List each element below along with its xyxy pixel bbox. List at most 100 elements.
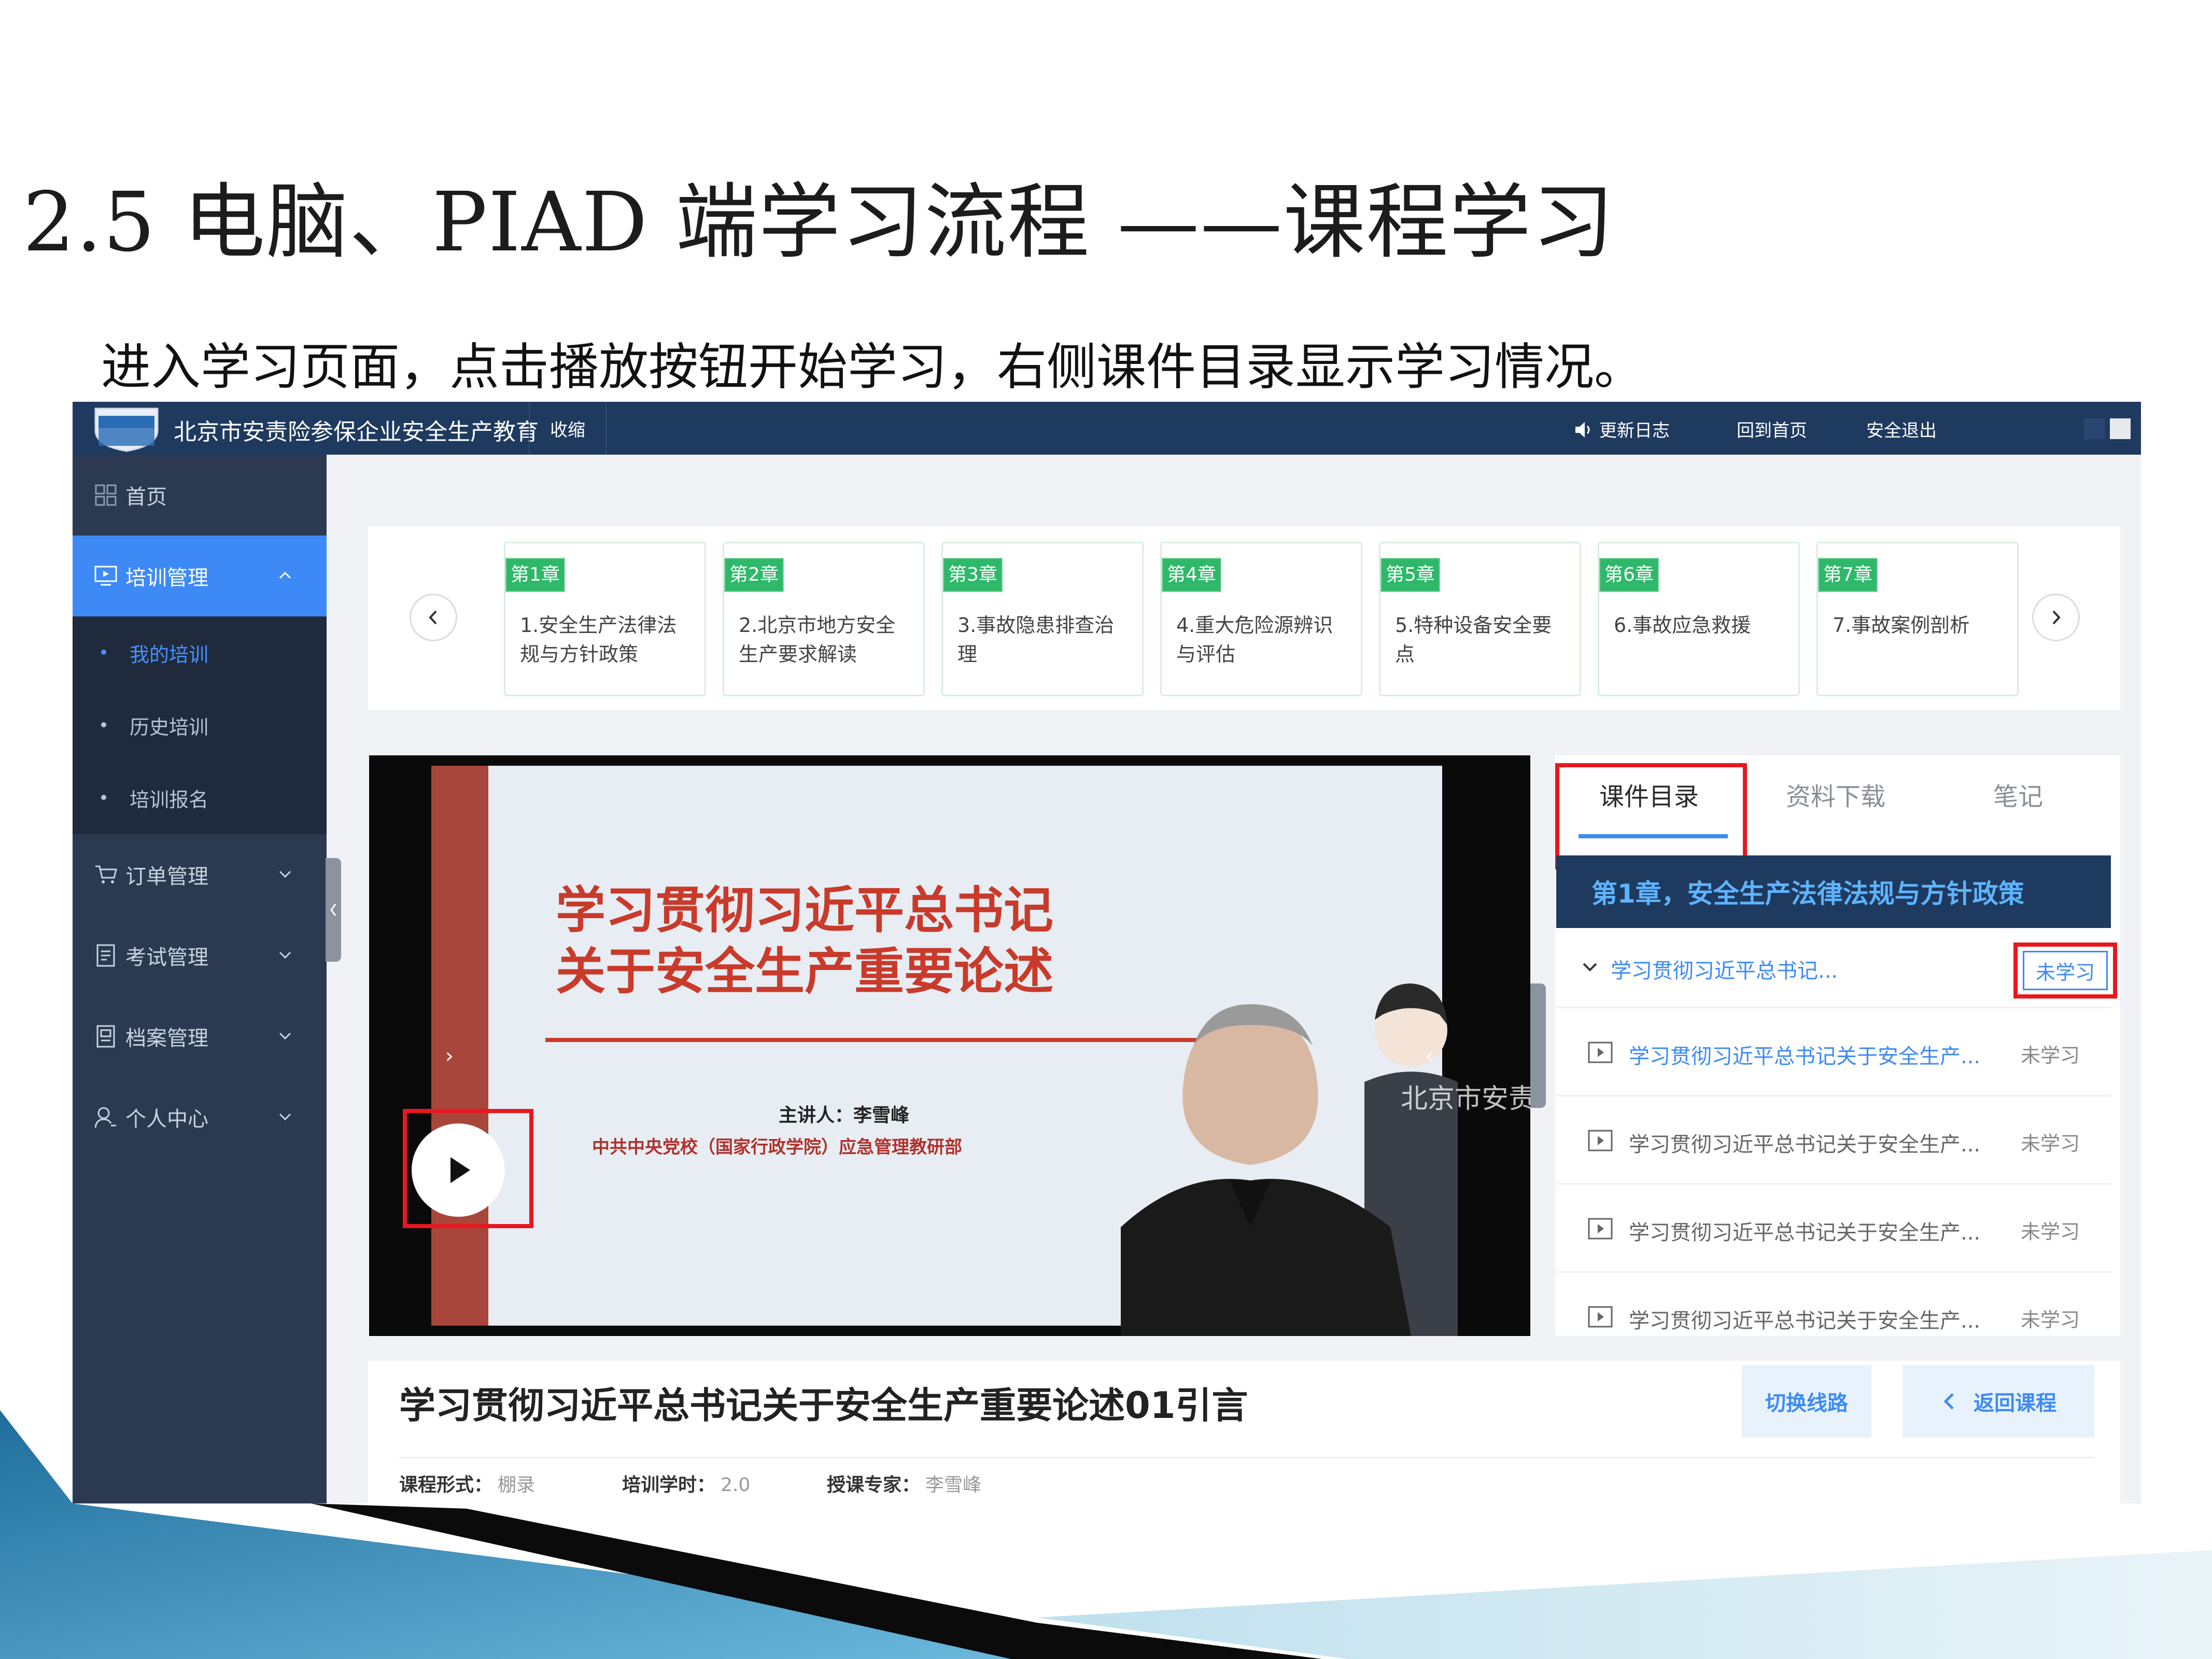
sidebar-sub-label: 培训报名	[130, 788, 209, 811]
tab-downloads[interactable]: 资料下载	[1786, 776, 1885, 812]
slide-subtitle: 进入学习页面，点击播放按钮开始学习，右侧课件目录显示学习情况。	[101, 338, 1644, 396]
sidebar-item-label: 档案管理	[125, 1027, 208, 1050]
chapter-card[interactable]: 第4章 4.重大危险源辨识与评估	[1160, 542, 1362, 696]
meta-value: 棚录	[498, 1474, 536, 1496]
chapter-card[interactable]: 第3章 3.事故隐患排查治理	[941, 542, 1144, 696]
chapter-card[interactable]: 第2章 2.北京市地方安全生产要求解读	[723, 542, 925, 696]
app-window: 北京市安责险参保企业安全生产教育 收缩 更新日志 回到首页 安全退出 首页 培训…	[73, 402, 2141, 1503]
lesson-row[interactable]: 学习贯彻习近平总书记关于安全生产... 未学习	[1556, 1008, 2111, 1096]
chapter-card[interactable]: 第1章 1.安全生产法律法规与方针政策	[504, 542, 706, 696]
switch-line-button[interactable]: 切换线路	[1742, 1365, 1871, 1438]
chevron-right-icon: ›	[445, 1044, 454, 1068]
lesson-row[interactable]: 学习贯彻习近平总书记关于安全生产... 未学习	[1556, 1185, 2111, 1273]
panel-toggle-handle[interactable]	[1530, 983, 1546, 1108]
play-button[interactable]	[412, 1123, 505, 1217]
logout-link[interactable]: 安全退出	[1866, 416, 1937, 442]
chapter-tag: 第4章	[1162, 558, 1221, 592]
chapter-tag: 第5章	[1380, 558, 1440, 592]
meta-course-form: 课程形式： 棚录	[399, 1470, 535, 1497]
video-headline: 学习贯彻习近平总书记 关于安全生产重要论述	[556, 880, 1053, 1002]
bullet-dot	[101, 650, 106, 655]
sidebar-item-exams[interactable]: 考试管理	[73, 915, 327, 996]
video-watermark: 北京市安责险	[1401, 1084, 1530, 1115]
speaker-icon	[1575, 422, 1590, 438]
chapter-card[interactable]: 第6章 6.事故应急救援	[1598, 542, 1800, 696]
collapse-button[interactable]: 收缩	[529, 402, 607, 455]
chevron-left-icon	[1943, 1393, 1954, 1410]
chapter-name: 7.事故案例剖析	[1833, 614, 1970, 637]
divider	[399, 1457, 2094, 1458]
exam-icon	[93, 943, 118, 968]
sidebar-item-training[interactable]: 培训管理	[73, 536, 327, 616]
tab-notes[interactable]: 笔记	[1993, 776, 2043, 812]
sidebar-item-label: 订单管理	[125, 865, 208, 889]
lesson-row[interactable]: 学习贯彻习近平总书记关于安全生产... 未学习	[1556, 1096, 2111, 1185]
video-player[interactable]: 学习贯彻习近平总书记 关于安全生产重要论述 主讲人：李雪峰 中共中央党校（国家行…	[369, 755, 1530, 1336]
sidebar-item-orders[interactable]: 订单管理	[73, 834, 327, 915]
chevron-left-icon	[330, 904, 336, 916]
video-org: 中共中央党校（国家行政学院）应急管理教研部	[592, 1137, 962, 1158]
lesson-row[interactable]: 学习贯彻习近平总书记关于安全生产... 未学习	[1556, 1273, 2111, 1336]
bullet-dot	[101, 722, 106, 727]
video-headline-line-1: 学习贯彻习近平总书记	[556, 881, 1053, 939]
chevron-down-icon	[279, 1032, 291, 1040]
lesson-status: 未学习	[2020, 1220, 2080, 1243]
app-title: 北京市安责险参保企业安全生产教育	[174, 419, 539, 445]
sidebar-item-profile[interactable]: 个人中心	[73, 1077, 327, 1158]
carousel-prev-button[interactable]	[410, 594, 457, 641]
sidebar-collapse-handle[interactable]	[326, 858, 341, 962]
video-file-icon	[1588, 1218, 1613, 1240]
chapter-name: 5.特种设备安全要点	[1395, 614, 1552, 666]
update-log-link[interactable]: 更新日志	[1599, 416, 1670, 442]
lesson-title: 学习贯彻习近平总书记关于安全生产...	[1629, 1309, 1981, 1333]
sidebar-sub-history-training[interactable]: 历史培训	[73, 689, 327, 762]
meta-expert: 授课专家： 李雪峰	[827, 1470, 981, 1497]
chevron-down-icon	[1583, 963, 1597, 972]
lesson-status: 未学习	[2020, 1132, 2080, 1155]
sidebar-item-label: 考试管理	[125, 946, 208, 969]
sidebar-item-label: 培训管理	[125, 566, 208, 590]
logo	[94, 407, 159, 452]
sidebar-item-archives[interactable]: 档案管理	[73, 996, 327, 1077]
lesson-status: 未学习	[2020, 1309, 2080, 1331]
video-speaker: 主讲人：李雪峰	[779, 1105, 910, 1126]
cart-icon	[93, 862, 118, 887]
chevron-down-icon	[279, 870, 291, 878]
chapter-tag: 第1章	[505, 558, 565, 592]
top-bar: 北京市安责险参保企业安全生产教育 收缩 更新日志 回到首页 安全退出	[73, 402, 2141, 455]
sidebar-sub-my-training[interactable]: 我的培训	[73, 616, 327, 689]
chapter-tag: 第2章	[724, 558, 784, 592]
chapter-heading: 第1章，安全生产法律法规与方针政策	[1556, 855, 2111, 928]
chapter-card[interactable]: 第7章 7.事故案例剖析	[1816, 542, 2019, 696]
meta-value: 2.0	[721, 1474, 751, 1496]
highlight-box	[1555, 763, 1747, 869]
sidebar-sub-enroll[interactable]: 培训报名	[73, 762, 327, 834]
lesson-group-row[interactable]: 学习贯彻习近平总书记... 未学习	[1556, 928, 2117, 1008]
back-to-course-button[interactable]: 返回课程	[1903, 1365, 2094, 1438]
sidebar-sub-label: 历史培训	[130, 715, 209, 739]
video-headline-line-2: 关于安全生产重要论述	[556, 943, 1053, 1001]
sidebar-item-home[interactable]: 首页	[73, 455, 327, 536]
grid-icon	[93, 483, 118, 508]
chapter-card[interactable]: 第5章 5.特种设备安全要点	[1379, 542, 1581, 696]
chevron-right-icon	[2052, 610, 2061, 625]
back-to-course-label: 返回课程	[1974, 1391, 2056, 1415]
slide-title: 2.5 电脑、PIAD 端学习流程 ——课程学习	[23, 175, 1615, 270]
chapter-name: 2.北京市地方安全生产要求解读	[739, 614, 896, 666]
minimize-icon[interactable]	[2084, 418, 2105, 439]
video-file-icon	[1588, 1130, 1613, 1151]
chapter-tag: 第6章	[1599, 558, 1659, 592]
lesson-group-title: 学习贯彻习近平总书记...	[1611, 959, 1838, 983]
meta-training-hours: 培训学时： 2.0	[622, 1470, 750, 1497]
home-link[interactable]: 回到首页	[1737, 416, 1807, 442]
meta-key: 培训学时：	[622, 1474, 716, 1496]
video-file-icon	[1588, 1306, 1613, 1328]
course-title: 学习贯彻习近平总书记关于安全生产重要论述01引言	[399, 1384, 1248, 1427]
carousel-next-button[interactable]	[2032, 594, 2080, 641]
video-file-icon	[1588, 1042, 1613, 1063]
archive-icon	[93, 1024, 118, 1049]
meta-key: 课程形式：	[399, 1474, 493, 1496]
user-icon	[93, 1105, 118, 1130]
maximize-icon[interactable]	[2110, 418, 2131, 439]
chapter-name: 6.事故应急救援	[1614, 614, 1751, 637]
